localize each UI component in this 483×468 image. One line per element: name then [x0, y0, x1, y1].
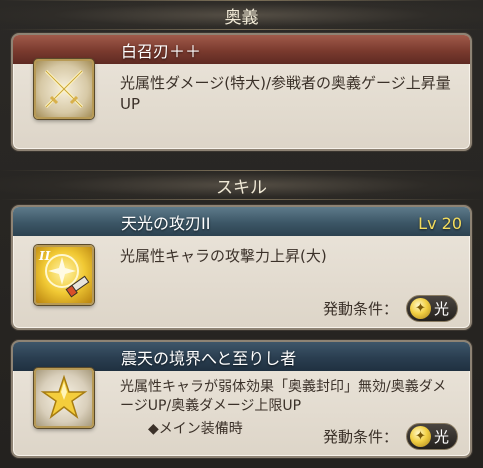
skill-1-level: Lv 20	[418, 214, 462, 233]
section-header-ougi-label: 奥義	[224, 7, 259, 28]
section-header-skill: スキル	[0, 170, 483, 200]
star-icon	[34, 368, 94, 428]
crossed-swords-icon	[34, 59, 94, 119]
skill-2-condition: 発動条件： ✦ 光	[323, 423, 458, 450]
light-sword-orb-icon: II	[34, 245, 94, 305]
skill-card-1[interactable]: 天光の攻刃II Lv 20 II 光属性キャラの攻撃力上昇(大) 発動条件： ✦…	[11, 205, 472, 330]
skill-1-condition-badge: ✦ 光	[406, 295, 458, 322]
section-header-skill-label: スキル	[216, 177, 267, 198]
skill-1-condition-value: 光	[434, 300, 450, 318]
skill-card-2[interactable]: 震天の境界へと至りし者 光属性キャラが弱体効果「奥義封印」無効/奥義ダメージUP…	[11, 340, 472, 458]
skill-2-note: ◆メイン装備時	[148, 421, 243, 437]
light-element-icon: ✦	[410, 298, 431, 319]
skill-1-condition-label: 発動条件：	[322, 300, 398, 318]
skill-1-condition: 発動条件： ✦ 光	[323, 295, 458, 322]
skill-1-description: 光属性キャラの攻撃力上昇(大)	[120, 247, 327, 265]
svg-text:II: II	[38, 249, 51, 263]
ougi-card[interactable]: 白召刃＋＋ 光属性ダメージ(特大)/参戦者の奥義ゲージ上昇量UP	[11, 33, 472, 151]
ougi-title: 白召刃＋＋	[121, 41, 202, 61]
skill-1-title: 天光の攻刃II	[121, 213, 211, 233]
skill-2-condition-value: 光	[434, 428, 450, 446]
skill-2-condition-label: 発動条件：	[322, 428, 398, 446]
skill-2-title-bar: 震天の境界へと至りし者	[13, 342, 470, 371]
skill-2-title: 震天の境界へと至りし者	[121, 348, 297, 368]
skill-2-condition-badge: ✦ 光	[406, 423, 458, 450]
section-header-ougi: 奥義	[0, 0, 483, 30]
light-element-icon: ✦	[410, 426, 431, 447]
skill-2-description: 光属性キャラが弱体効果「奥義封印」無効/奥義ダメージUP/奥義ダメージ上限UP	[120, 379, 447, 414]
ougi-description: 光属性ダメージ(特大)/参戦者の奥義ゲージ上昇量UP	[120, 74, 451, 113]
skill-1-title-bar: 天光の攻刃II Lv 20	[13, 207, 470, 236]
